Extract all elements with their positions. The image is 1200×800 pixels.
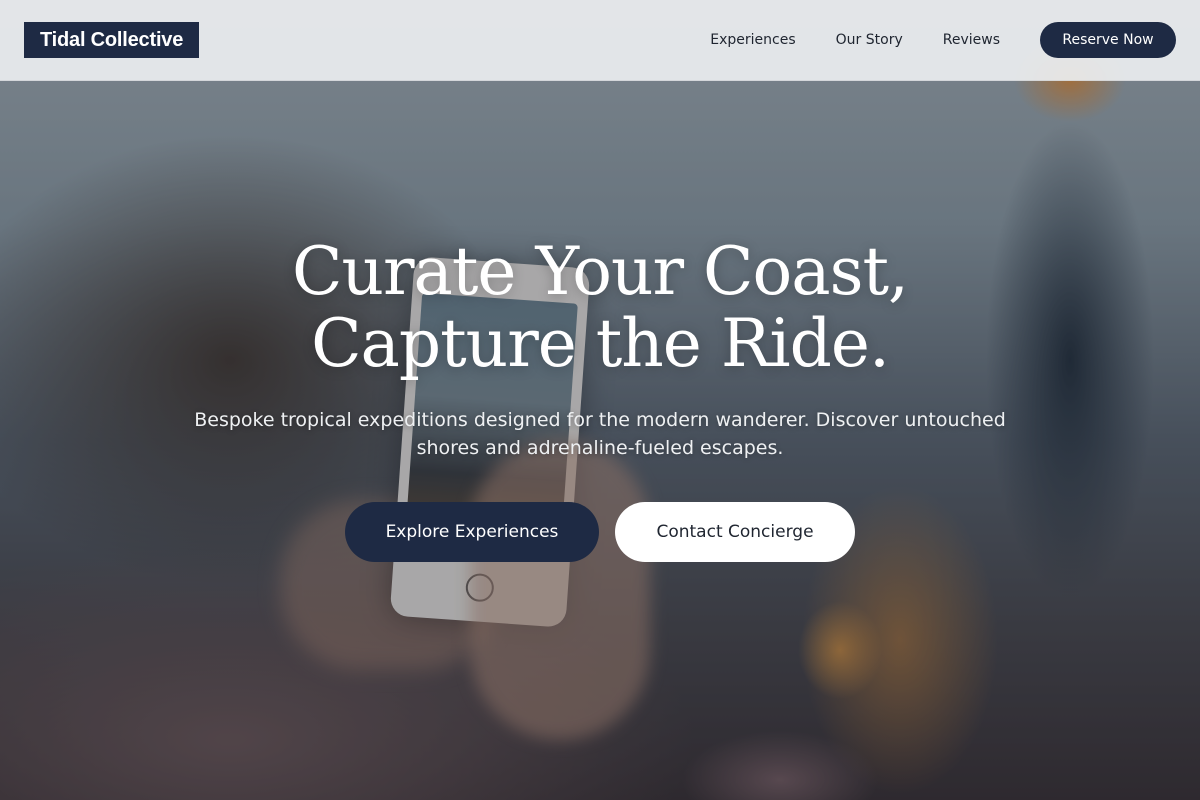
brand-logo[interactable]: Tidal Collective	[24, 22, 200, 58]
hero-title-line-1: Curate Your Coast,	[291, 233, 909, 310]
hero-subtitle: Bespoke tropical expeditions designed fo…	[194, 409, 1006, 459]
contact-concierge-button[interactable]: Contact Concierge	[615, 502, 855, 562]
hero-title-line-2: Capture the Ride.	[311, 305, 890, 382]
nav-link-reviews[interactable]: Reviews	[943, 32, 1000, 48]
reserve-now-button[interactable]: Reserve Now	[1040, 22, 1176, 58]
nav-link-experiences[interactable]: Experiences	[710, 32, 795, 48]
hero-overlay	[0, 0, 1200, 800]
hero-title: Curate Your Coast, Capture the Ride.	[150, 236, 1050, 380]
explore-experiences-button[interactable]: Explore Experiences	[345, 502, 599, 562]
main-nav: Experiences Our Story Reviews	[710, 0, 1000, 80]
nav-link-our-story[interactable]: Our Story	[836, 32, 903, 48]
site-header: Tidal Collective Experiences Our Story R…	[0, 0, 1200, 81]
